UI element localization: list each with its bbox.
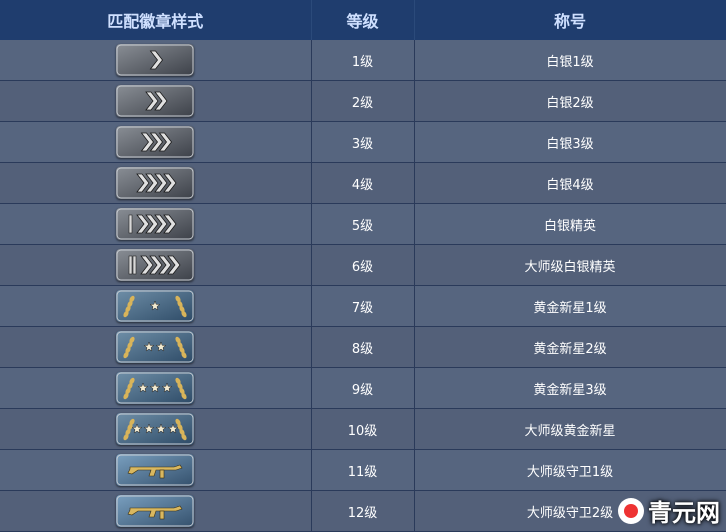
badge-cell [0,326,312,368]
level-cell: 7级 [311,285,415,327]
title-cell: 大师级守卫1级 [414,449,726,491]
rank-table: 匹配徽章样式 等级 称号 1级 白银1级 2级 白银2级 3级 白银3级 4级 白银4级 5级白… [0,0,726,532]
title-cell: 黄金新星2级 [414,326,726,368]
level-cell: 1级 [311,40,415,81]
level-cell: 5级 [311,203,415,245]
table-row: 10级 大师级黄金新星 [0,408,726,450]
title-cell: 大师级黄金新星 [414,408,726,450]
badge-bar [128,255,133,275]
table-row: 8级 黄金新星2级 [0,326,726,368]
watermark-logo-icon [618,497,644,524]
badge-cell [0,490,312,532]
table-row: 7级 黄金新星1级 [0,285,726,327]
badge-cell [0,408,312,450]
rank-badge-icon [116,454,195,486]
level-cell: 4级 [311,162,415,204]
rank-badge-icon [116,495,195,527]
level-cell: 12级 [311,490,415,532]
badge-cell [0,162,312,204]
badge-cell [0,121,312,163]
title-cell: 黄金新星1级 [414,285,726,327]
badge-cell [0,80,312,122]
rank-badge-icon [116,44,195,76]
badge-cell [0,203,312,245]
badge-bar [132,255,137,275]
table-row: 6级 大师级白银精英 [0,244,726,286]
table-row: 3级 白银3级 [0,121,726,163]
rank-badge-icon [116,126,195,158]
header-badge-style: 匹配徽章样式 [0,0,312,40]
title-cell: 白银4级 [414,162,726,204]
badge-cell [0,40,312,81]
title-cell: 白银3级 [414,121,726,163]
badge-cell [0,285,312,327]
table-row: 4级 白银4级 [0,162,726,204]
badge-cell [0,367,312,409]
rank-badge-icon [116,372,195,404]
table-row: 9级 黄金新星3级 [0,367,726,409]
level-cell: 8级 [311,326,415,368]
title-cell: 大师级白银精英 [414,244,726,286]
level-cell: 11级 [311,449,415,491]
level-cell: 6级 [311,244,415,286]
table-row: 1级 白银1级 [0,40,726,81]
title-cell: 白银精英 [414,203,726,245]
badge-bar [128,214,133,234]
table-row: 5级 白银精英 [0,203,726,245]
level-cell: 10级 [311,408,415,450]
header-row: 匹配徽章样式 等级 称号 [0,0,726,40]
level-cell: 9级 [311,367,415,409]
badge-cell [0,244,312,286]
title-cell: 白银1级 [414,40,726,81]
table-row: 2级 白银2级 [0,80,726,122]
rank-badge-icon [116,167,195,199]
rank-badge-icon [116,249,195,281]
rank-badge-icon [116,85,195,117]
watermark: 青元网 [618,493,720,528]
rank-badge-icon [116,290,195,322]
title-cell: 黄金新星3级 [414,367,726,409]
title-cell: 白银2级 [414,80,726,122]
rank-badge-icon [116,208,195,240]
header-title: 称号 [414,0,726,40]
badge-cell [0,449,312,491]
header-level: 等级 [311,0,415,40]
rank-badge-icon [116,413,195,445]
level-cell: 3级 [311,121,415,163]
watermark-text: 青元网 [648,499,720,527]
rank-badge-icon [116,331,195,363]
table-row: 11级 大师级守卫1级 [0,449,726,491]
level-cell: 2级 [311,80,415,122]
